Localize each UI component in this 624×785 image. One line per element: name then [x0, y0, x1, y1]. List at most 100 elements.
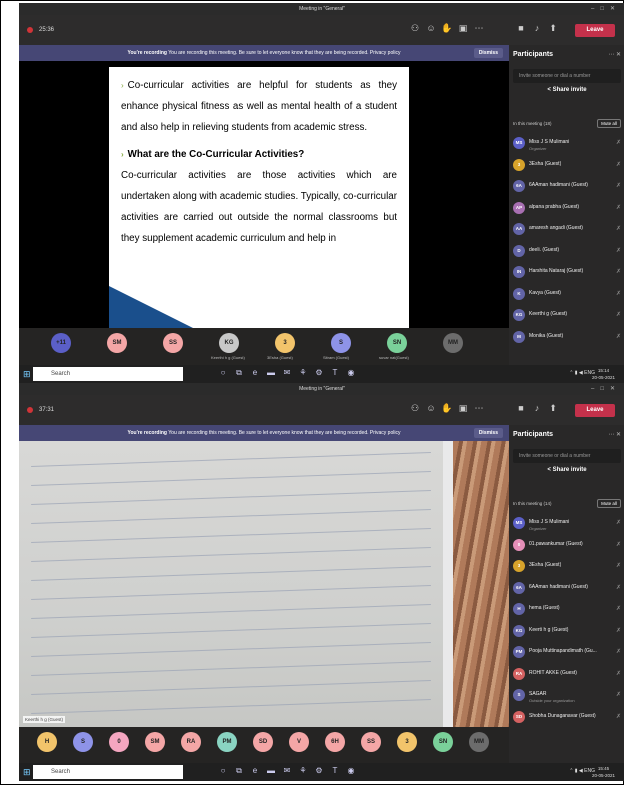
participant-row[interactable]: KG Keerti h g (Guest) ✗ [513, 623, 623, 643]
participant-tile[interactable]: SD [253, 732, 273, 752]
participant-tile[interactable]: 3 [397, 732, 417, 752]
participant-row[interactable]: IN Harshita Nataraj (Guest) ✗ [513, 264, 623, 284]
leave-button[interactable]: Leave [575, 404, 615, 417]
participant-row[interactable]: 3 3Esha (Guest) ✗ [513, 558, 623, 578]
participant-tile[interactable]: SS [163, 333, 183, 353]
window-controls[interactable]: –□✕ [591, 383, 621, 395]
settings-icon[interactable]: ⚙ [311, 766, 327, 775]
participant-row[interactable]: 0 01.pawankumar (Guest) ✗ [513, 537, 623, 557]
participant-row[interactable]: Ddeeli. (Guest) ✗ [513, 243, 623, 263]
participant-row[interactable]: RA ROHIT AKKE (Guest) ✗ [513, 666, 623, 686]
edge-icon[interactable]: e [247, 766, 263, 775]
mute-all-button[interactable]: Mute all [597, 499, 621, 508]
mail-icon[interactable]: ✉ [279, 368, 295, 377]
leave-button[interactable]: Leave [575, 24, 615, 37]
participant-tile[interactable]: V [289, 732, 309, 752]
participants-icon[interactable]: ⚇ [407, 403, 423, 414]
participant-tile[interactable]: SS [361, 732, 381, 752]
mic-muted-icon: ✗ [615, 541, 621, 548]
title-bar: Meeting in "General" –□✕ [19, 3, 624, 15]
explorer-icon[interactable]: ▬ [263, 368, 279, 377]
invite-input[interactable]: Invite someone or dial a number [513, 69, 621, 83]
participant-row[interactable]: 3 3Esha (Guest) ✗ [513, 157, 623, 177]
invite-input[interactable]: Invite someone or dial a number [513, 449, 621, 463]
participant-row[interactable]: 6A 6AAman hadimani (Guest) ✗ [513, 178, 623, 198]
participant-row[interactable]: AA amaresh angadi (Guest) ✗ [513, 221, 623, 241]
task-view-icon[interactable]: ⧉ [231, 368, 247, 378]
share-invite-button[interactable]: < Share invite [509, 87, 624, 93]
reactions-icon[interactable]: ✋ [439, 403, 455, 414]
mic-icon[interactable]: ♪ [529, 23, 545, 33]
camera-icon[interactable]: ■ [513, 23, 529, 33]
dismiss-button[interactable]: Dismiss [473, 48, 503, 58]
participant-tile[interactable]: SN [387, 333, 407, 353]
participant-tile[interactable]: +11 [51, 333, 71, 353]
settings-icon[interactable]: ⚙ [311, 368, 327, 377]
participant-row[interactable]: AP alpana prabha (Guest) ✗ [513, 200, 623, 220]
dismiss-button[interactable]: Dismiss [473, 428, 503, 438]
rooms-icon[interactable]: ▣ [455, 403, 471, 414]
participant-row[interactable]: Hhema (Guest) ✗ [513, 601, 623, 621]
ruled-line [31, 471, 431, 486]
taskbar-search[interactable]: Search [33, 765, 183, 779]
participant-row[interactable]: M Monika (Guest) ✗ [513, 329, 623, 349]
chat-icon[interactable]: ☺ [423, 403, 439, 413]
share-screen-icon[interactable]: ⬆ [545, 23, 561, 34]
share-invite-button[interactable]: < Share invite [509, 467, 624, 473]
edge-icon[interactable]: e [247, 368, 263, 377]
windows-start-icon[interactable]: ⊞ [23, 767, 31, 778]
participant-row[interactable]: PM Pooja Muttinapandimath (Gu... ✗ [513, 644, 623, 664]
explorer-icon[interactable]: ▬ [263, 766, 279, 775]
participant-row[interactable]: K Kavya (Guest) ✗ [513, 286, 623, 306]
reactions-icon[interactable]: ✋ [439, 23, 455, 34]
participant-tile[interactable]: PM [217, 732, 237, 752]
participant-row[interactable]: S SAGAR Outside your organization ✗ [513, 687, 623, 707]
cortana-icon[interactable]: ○ [215, 368, 231, 377]
mail-icon[interactable]: ✉ [279, 766, 295, 775]
rooms-icon[interactable]: ▣ [455, 23, 471, 34]
participant-tile[interactable]: SN [433, 732, 453, 752]
store-icon[interactable]: ⚘ [295, 766, 311, 775]
share-screen-icon[interactable]: ⬆ [545, 403, 561, 414]
participant-tile[interactable]: S [331, 333, 351, 353]
participant-row[interactable]: SD Shobha Dunaganavar (Guest) ✗ [513, 709, 623, 729]
taskbar-search[interactable]: Search [33, 367, 183, 381]
task-view-icon[interactable]: ⧉ [231, 766, 247, 776]
pane-controls[interactable]: ⋯ ✕ [608, 51, 621, 58]
participant-tile[interactable]: H [37, 732, 57, 752]
teams-icon[interactable]: T [327, 766, 343, 775]
pane-controls[interactable]: ⋯ ✕ [608, 431, 621, 438]
participant-tile[interactable]: 6H [325, 732, 345, 752]
chrome-icon[interactable]: ◉ [343, 766, 359, 775]
participant-name: hema (Guest) [529, 605, 560, 611]
window-controls[interactable]: –□✕ [591, 3, 621, 15]
participant-tile[interactable]: SM [107, 333, 127, 353]
participant-row[interactable]: MS Miss J S Mulimani Organizer ✗ [513, 135, 623, 155]
store-icon[interactable]: ⚘ [295, 368, 311, 377]
participant-tile[interactable]: MM [469, 732, 489, 752]
participant-tile[interactable]: KG [219, 333, 239, 353]
mute-all-button[interactable]: Mute all [597, 119, 621, 128]
ruled-line [31, 642, 431, 657]
participant-row[interactable]: MS Miss J S Mulimani Organizer ✗ [513, 515, 623, 535]
participant-tile[interactable]: RA [181, 732, 201, 752]
participant-row[interactable]: 6A 6AAman hadimani (Guest) ✗ [513, 580, 623, 600]
mic-icon[interactable]: ♪ [529, 403, 545, 413]
participant-tile[interactable]: 3 [275, 333, 295, 353]
ruled-line [31, 699, 431, 714]
participant-tile[interactable]: SM [145, 732, 165, 752]
participant-tile[interactable]: S [73, 732, 93, 752]
chat-icon[interactable]: ☺ [423, 23, 439, 33]
more-icon[interactable]: ⋯ [471, 23, 487, 34]
participant-tile[interactable]: 0 [109, 732, 129, 752]
cortana-icon[interactable]: ○ [215, 766, 231, 775]
participant-tile[interactable]: MM [443, 333, 463, 353]
participants-icon[interactable]: ⚇ [407, 23, 423, 34]
more-icon[interactable]: ⋯ [471, 403, 487, 414]
participant-row[interactable]: KG Keerthi g (Guest) ✗ [513, 307, 623, 327]
chrome-icon[interactable]: ◉ [343, 368, 359, 377]
teams-icon[interactable]: T [327, 368, 343, 377]
camera-icon[interactable]: ■ [513, 403, 529, 413]
windows-start-icon[interactable]: ⊞ [23, 369, 31, 380]
participant-name: 01.pawankumar (Guest) [529, 540, 583, 547]
